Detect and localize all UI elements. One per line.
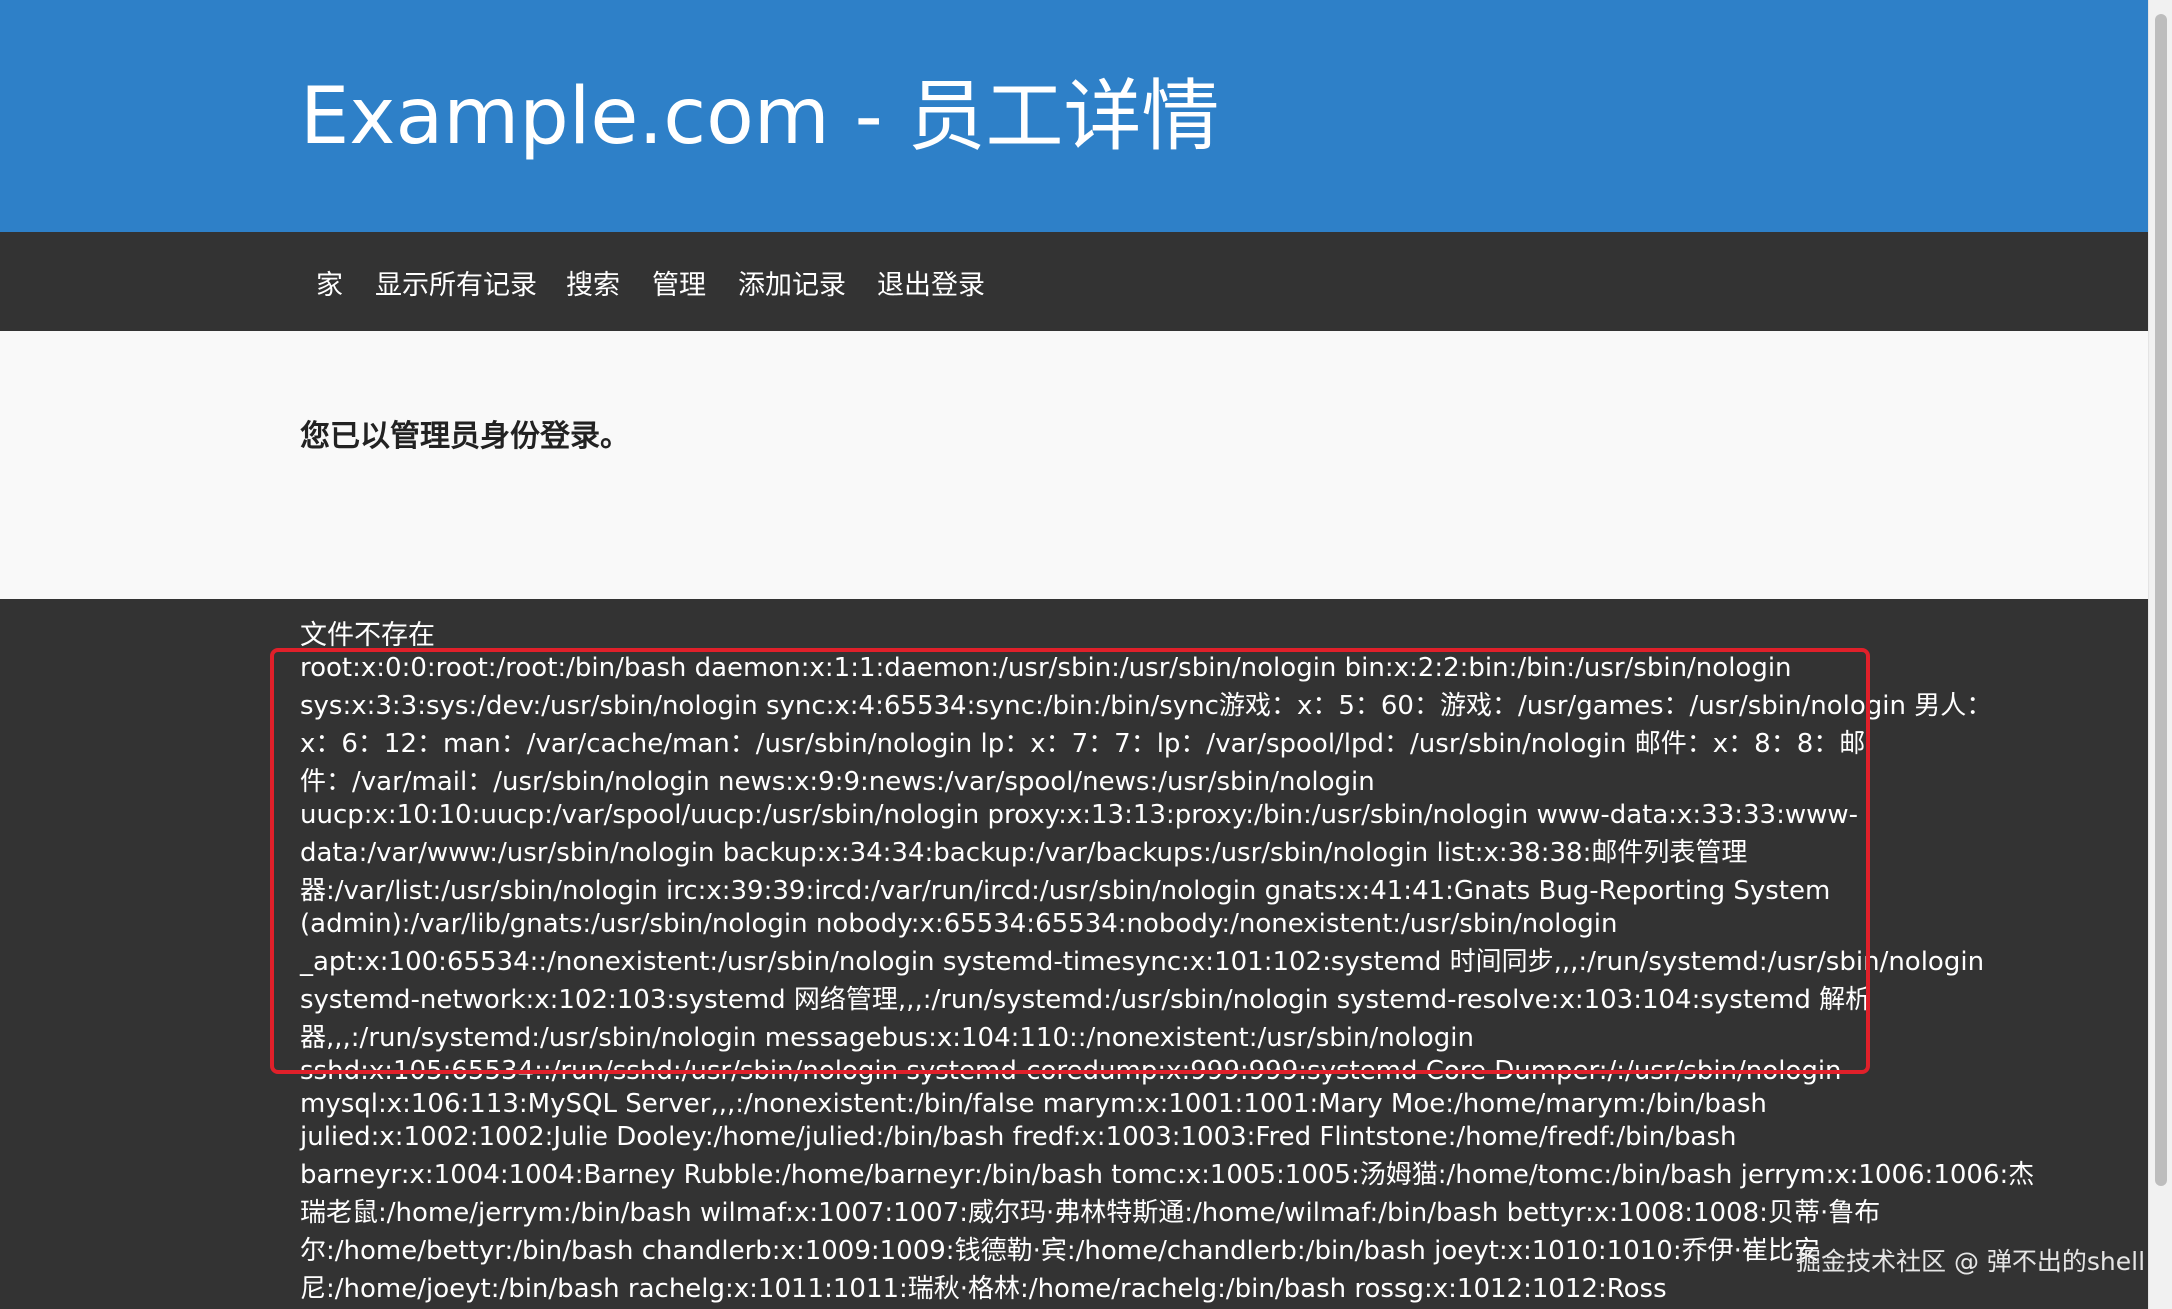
passwd-line: 器,,,:/run/systemd:/usr/sbin/nologin mess… [300, 1023, 1474, 1053]
main-nav: 家 显示所有记录 搜索 管理 添加记录 退出登录 [0, 232, 2148, 331]
passwd-line: systemd-network:x:102:103:systemd 网络管理,,… [300, 985, 1872, 1015]
passwd-line: _apt:x:100:65534::/nonexistent:/usr/sbin… [300, 947, 1985, 977]
nav-logout-link[interactable]: 退出登录 [877, 268, 985, 304]
passwd-line: root:x:0:0:root:/root:/bin/bash daemon:x… [300, 653, 1792, 683]
passwd-line: mysql:x:106:113:MySQL Server,,,:/nonexis… [300, 1089, 1767, 1119]
passwd-line: uucp:x:10:10:uucp:/var/spool/uucp:/usr/s… [300, 800, 1859, 830]
passwd-line: sshd:x:105:65534::/run/sshd:/usr/sbin/no… [300, 1056, 1842, 1086]
passwd-line: 器:/var/list:/usr/sbin/nologin irc:x:39:3… [300, 876, 1831, 906]
passwd-line: (admin):/var/lib/gnats:/usr/sbin/nologin… [300, 909, 1618, 939]
admin-login-message: 您已以管理员身份登录。 [300, 419, 630, 454]
passwd-line: data:/var/www:/usr/sbin/nologin backup:x… [300, 838, 1748, 868]
page: Example.com - 员工详情 家 显示所有记录 搜索 管理 添加记录 退… [0, 0, 2172, 1309]
vertical-scrollbar[interactable] [2148, 0, 2172, 1309]
nav-add-record-link[interactable]: 添加记录 [738, 268, 846, 304]
passwd-line: x：6：12：man：/var/cache/man：/usr/sbin/nolo… [300, 729, 1866, 759]
passwd-line: 件：/var/mail：/usr/sbin/nologin news:x:9:9… [300, 767, 1375, 797]
nav-manage-link[interactable]: 管理 [652, 268, 706, 304]
passwd-line: sys:x:3:3:sys:/dev:/usr/sbin/nologin syn… [300, 691, 1993, 721]
nav-show-all-records-link[interactable]: 显示所有记录 [375, 268, 537, 304]
file-not-found-message: 文件不存在 [300, 620, 435, 651]
passwd-line: 瑞老鼠:/home/jerrym:/bin/bash wilmaf:x:1007… [300, 1198, 1881, 1228]
site-header: Example.com - 员工详情 [0, 0, 2148, 232]
nav-search-link[interactable]: 搜索 [566, 268, 620, 304]
passwd-line: barneyr:x:1004:1004:Barney Rubble:/home/… [300, 1160, 2035, 1190]
passwd-line: julied:x:1002:1002:Julie Dooley:/home/ju… [300, 1122, 1737, 1152]
page-footer: 文件不存在 root:x:0:0:root:/root:/bin/bash da… [0, 599, 2148, 1309]
site-title: Example.com - 员工详情 [300, 72, 1220, 162]
passwd-line: 尼:/home/joeyt:/bin/bash rachelg:x:1011:1… [300, 1274, 1667, 1304]
scrollbar-thumb[interactable] [2155, 14, 2167, 1186]
watermark-text: 掘金技术社区 @ 弹不出的shell [1796, 1247, 2146, 1276]
passwd-line: 尔:/home/bettyr:/bin/bash chandlerb:x:100… [300, 1236, 1820, 1266]
nav-home-link[interactable]: 家 [316, 268, 343, 304]
main-content: 您已以管理员身份登录。 [0, 331, 2148, 599]
